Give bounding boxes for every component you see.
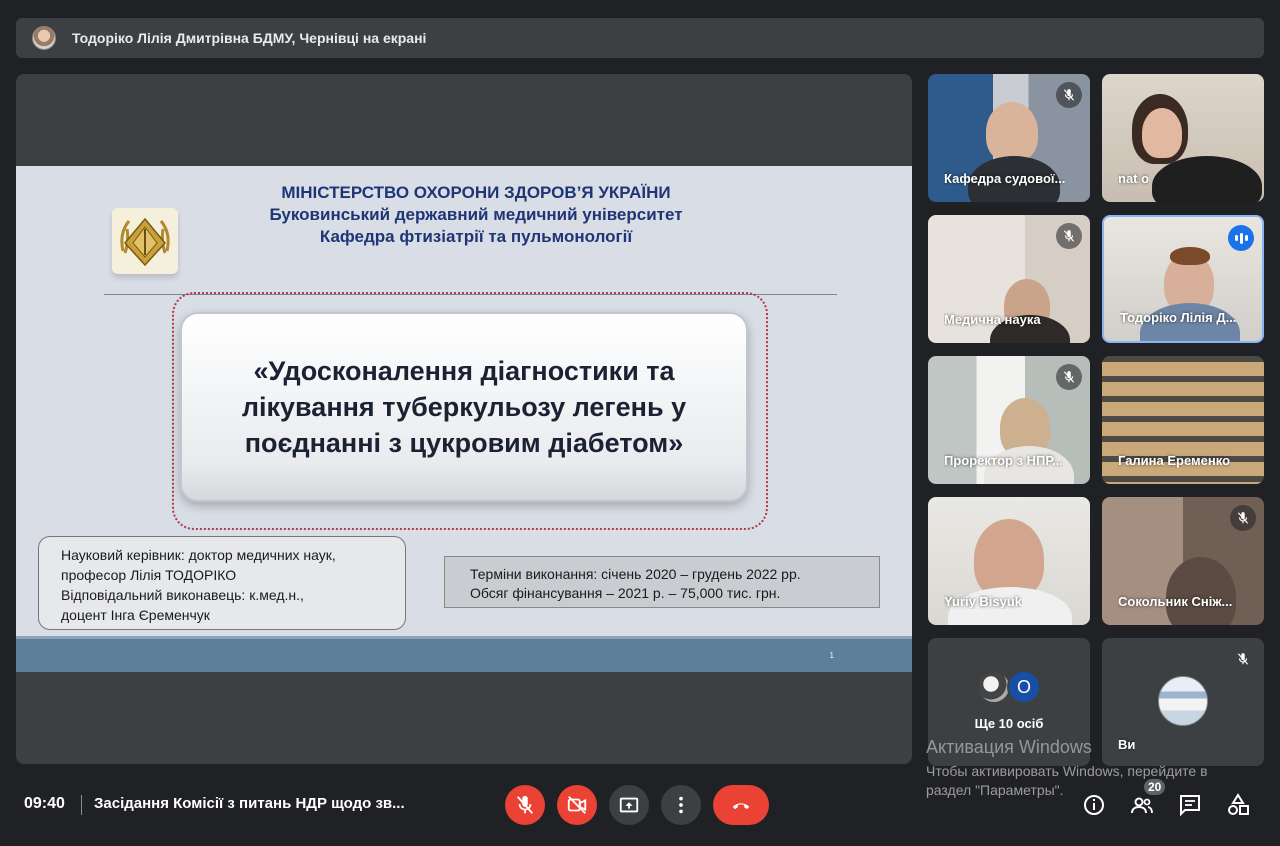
university-logo [112, 208, 178, 274]
others-avatars: О [977, 670, 1041, 704]
mic-toggle-button[interactable] [505, 785, 545, 825]
participant-tile[interactable]: Проректор з НПР... [928, 356, 1090, 484]
present-now-button[interactable] [609, 785, 649, 825]
participant-name: nat o [1118, 171, 1150, 186]
ministry-name: МІНІСТЕРСТВО ОХОРОНИ ЗДОРОВ’Я УКРАЇНИ [281, 183, 671, 202]
participant-name: Тодоріко Лілія Д... [1120, 310, 1237, 325]
self-avatar [1158, 676, 1208, 726]
presenting-text: Тодоріко Лілія Дмитрівна БДМУ, Чернівці … [72, 30, 427, 46]
supervisor-line: Відповідальний виконавець: к.мед.н., [61, 587, 304, 603]
slide-footer-bar [16, 636, 912, 672]
participant-name: Медична наука [944, 312, 1041, 327]
leave-call-button[interactable] [713, 785, 769, 825]
participant-initial-avatar: О [1007, 670, 1041, 704]
present-screen-icon [619, 797, 639, 813]
info-icon [1084, 795, 1104, 815]
presenter-avatar [32, 26, 56, 50]
more-vert-icon [679, 796, 683, 814]
mic-off-icon [1056, 364, 1082, 390]
self-name: Ви [1118, 737, 1136, 752]
participant-name: Проректор з НПР... [944, 453, 1063, 468]
participant-tile[interactable]: Yuriy Bisyuk [928, 497, 1090, 625]
participant-name: Кафедра судової... [944, 171, 1066, 186]
participant-tile[interactable]: Галина Еременко [1102, 356, 1264, 484]
people-icon [1131, 797, 1153, 814]
speaking-indicator-icon [1228, 225, 1254, 251]
activities-button[interactable] [1225, 792, 1251, 818]
presentation-slide: МІНІСТЕРСТВО ОХОРОНИ ЗДОРОВ’Я УКРАЇНИ Бу… [16, 166, 912, 672]
camera-off-icon [567, 796, 587, 814]
participant-tile[interactable]: Кафедра судової... [928, 74, 1090, 202]
participant-tile-speaking[interactable]: Тодоріко Лілія Д... [1102, 215, 1264, 343]
mic-off-icon [1230, 646, 1256, 672]
participant-name: Галина Еременко [1118, 453, 1231, 468]
camera-toggle-button[interactable] [557, 785, 597, 825]
department-name: Кафедра фтизіатрії та пульмонології [319, 227, 633, 246]
call-end-icon [732, 803, 750, 810]
presentation-stage[interactable]: МІНІСТЕРСТВО ОХОРОНИ ЗДОРОВ’Я УКРАЇНИ Бу… [16, 74, 912, 764]
project-terms-info: Терміни виконання: січень 2020 – грудень… [444, 556, 880, 608]
mic-off-icon [1230, 505, 1256, 531]
windows-activation-title: Активация Windows [926, 737, 1092, 757]
participant-name: Сокольник Сніж... [1118, 594, 1233, 609]
terms-line: Терміни виконання: січень 2020 – грудень… [470, 566, 801, 582]
university-name: Буковинський державний медичний універси… [269, 205, 683, 224]
meeting-clock: 09:40 [24, 795, 65, 812]
participant-tile[interactable]: Сокольник Сніж... [1102, 497, 1264, 625]
activities-icon [1228, 793, 1249, 815]
supervisor-line: професор Лілія ТОДОРІКО [61, 567, 237, 583]
slide-page-number: 1 [829, 651, 834, 660]
show-everyone-button[interactable] [1129, 792, 1155, 818]
funding-line: Обсяг фінансування – 2021 р. – 75,000 ти… [470, 585, 781, 601]
more-options-button[interactable] [661, 785, 701, 825]
slide-header: МІНІСТЕРСТВО ОХОРОНИ ЗДОРОВ’Я УКРАЇНИ Бу… [196, 182, 756, 248]
meeting-title[interactable]: Засідання Комісії з питань НДР щодо зв..… [94, 795, 405, 812]
participant-name: Yuriy Bisyuk [944, 594, 1023, 609]
supervisor-line: Науковий керівник: доктор медичних наук, [61, 547, 336, 563]
separator [81, 795, 82, 815]
more-participants-label: Ще 10 осіб [974, 716, 1044, 731]
participant-tile[interactable]: nat o [1102, 74, 1264, 202]
participant-avatar [977, 670, 1011, 704]
self-tile[interactable]: Ви [1102, 638, 1264, 766]
supervisor-line: доцент Інга Єременчук [61, 607, 210, 623]
title-box: «Удосконалення діагностики та лікування … [180, 312, 748, 502]
participant-tile[interactable]: Медична наука [928, 215, 1090, 343]
chat-icon [1180, 795, 1200, 817]
mic-off-icon [516, 795, 534, 814]
meeting-details-button[interactable] [1081, 792, 1107, 818]
slide-title: «Удосконалення діагностики та лікування … [241, 356, 687, 458]
chat-button[interactable] [1177, 792, 1203, 818]
mic-off-icon [1056, 82, 1082, 108]
presenting-banner: Тодоріко Лілія Дмитрівна БДМУ, Чернівці … [16, 18, 1264, 58]
mic-off-icon [1056, 223, 1082, 249]
supervisor-info: Науковий керівник: доктор медичних наук,… [38, 536, 406, 630]
